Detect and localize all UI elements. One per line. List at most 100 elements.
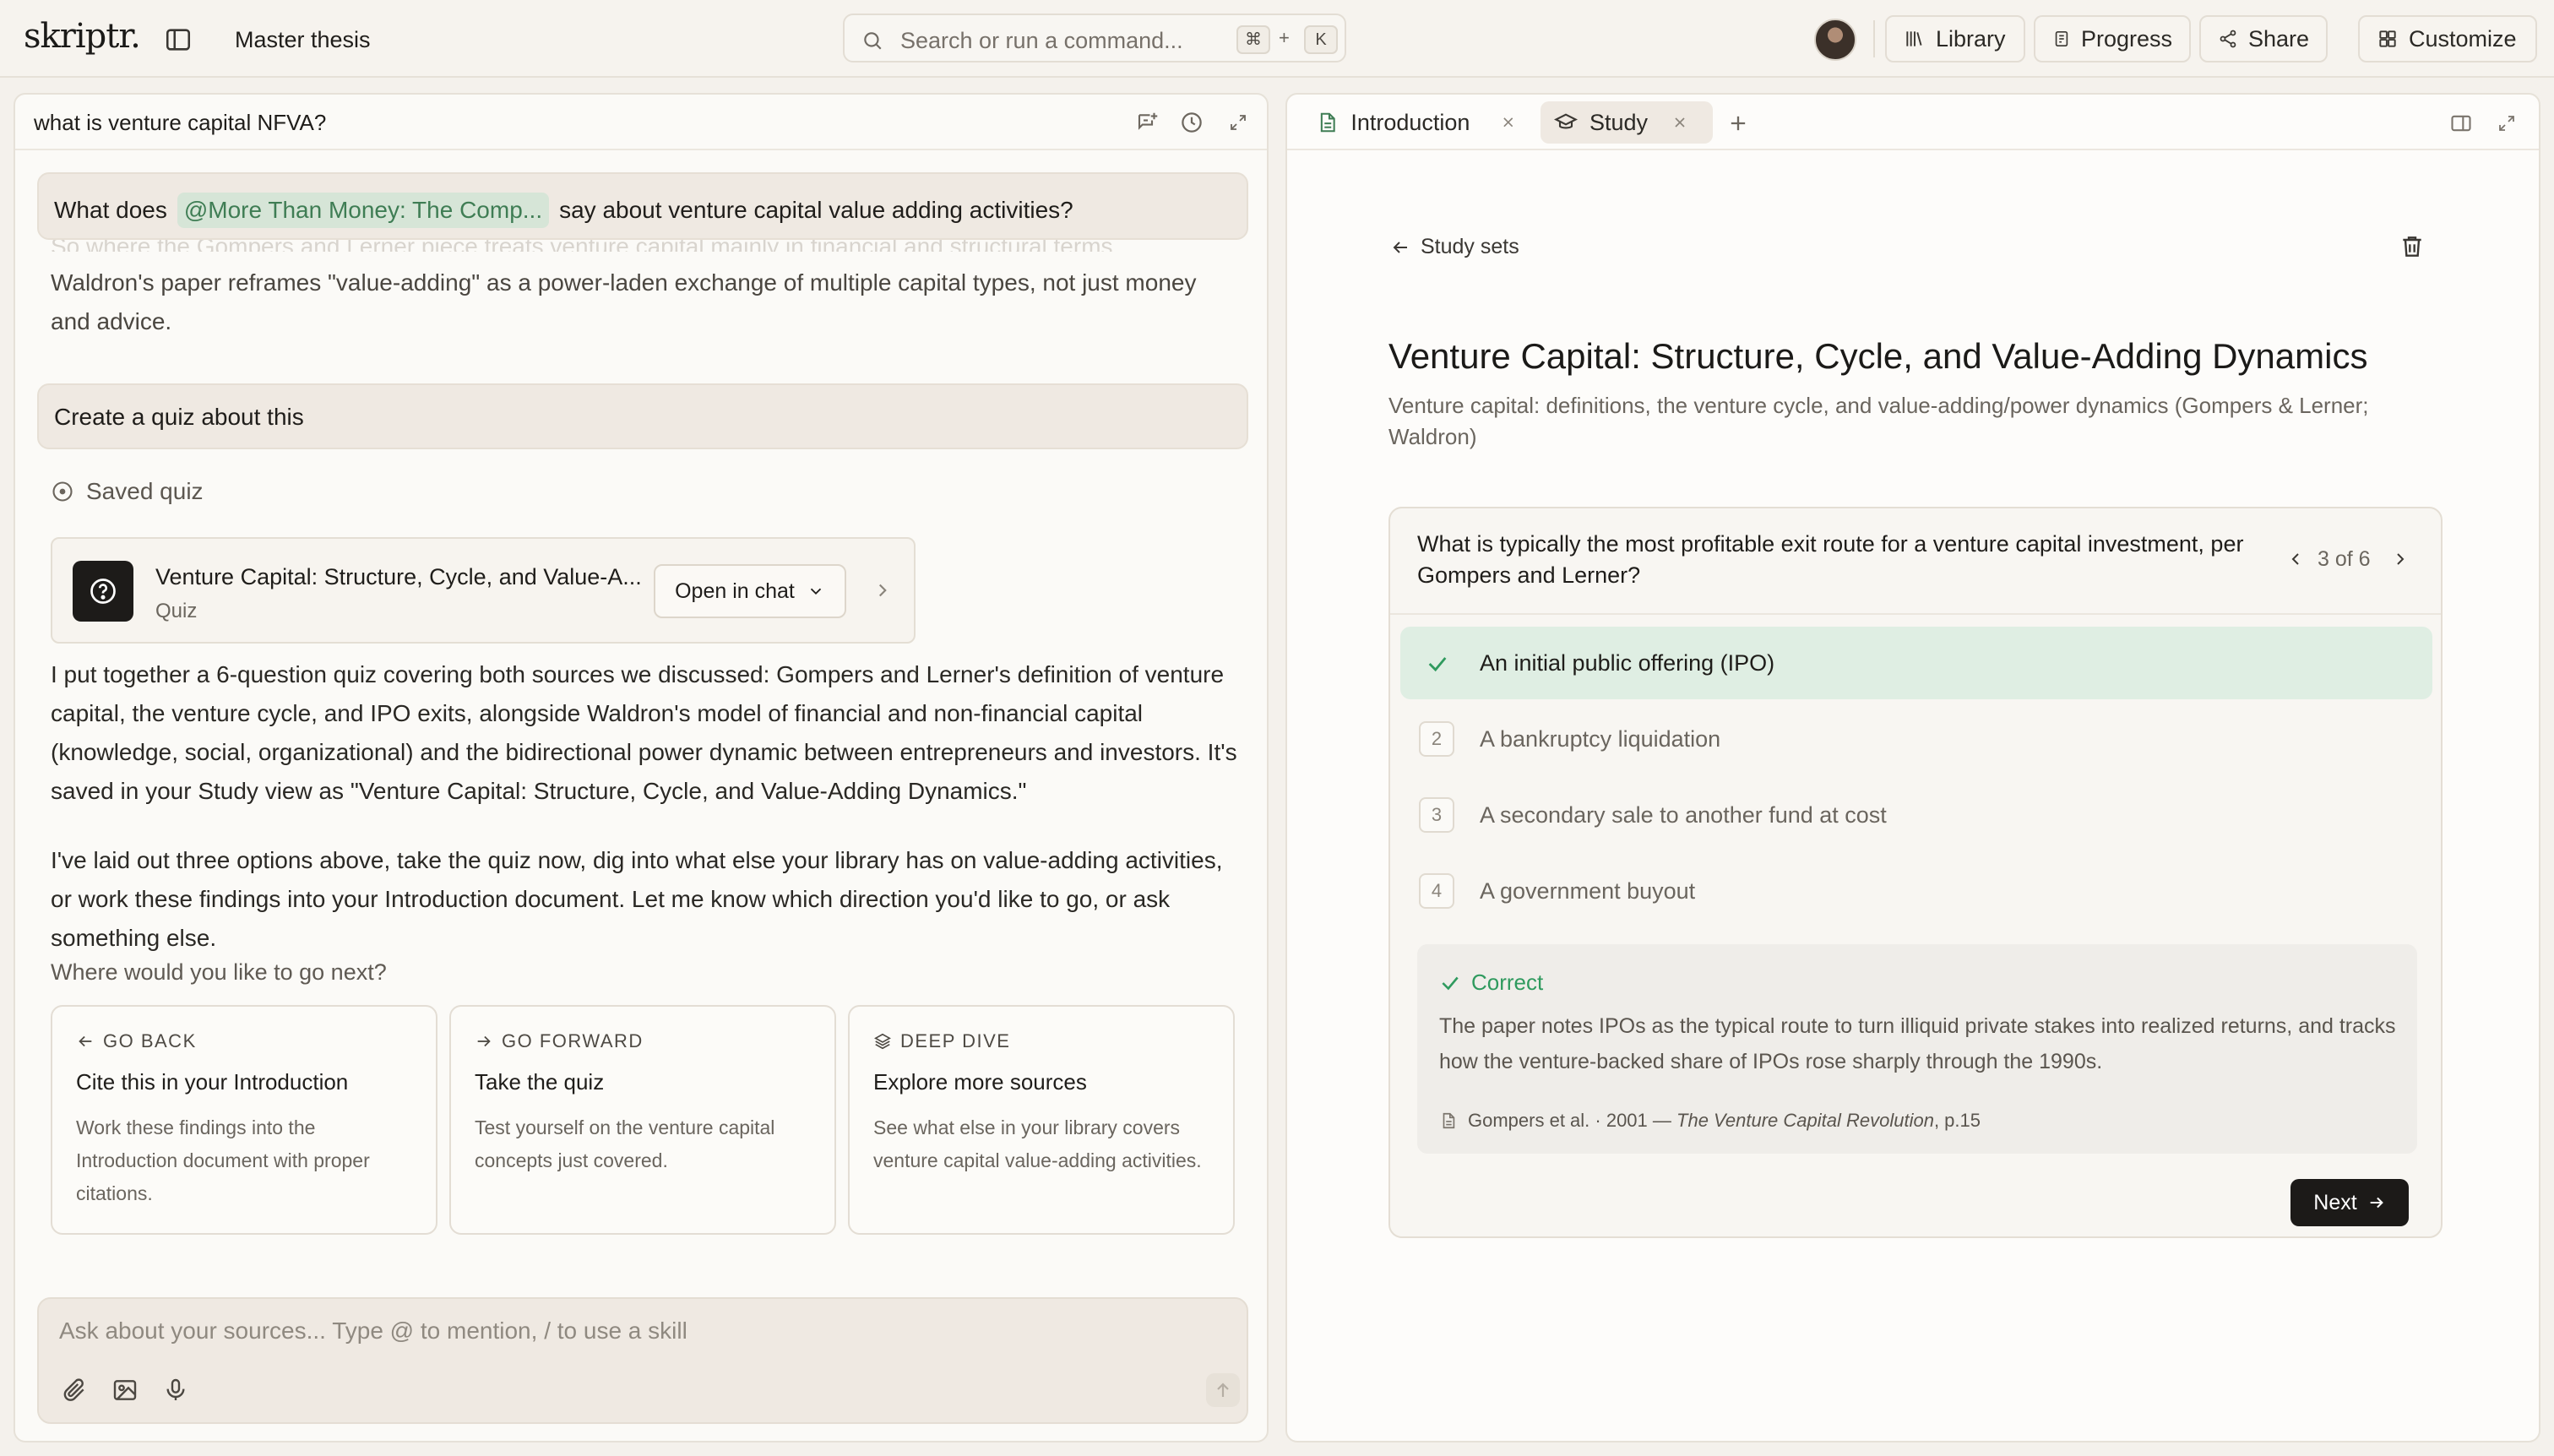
new-chat-icon[interactable] xyxy=(1135,110,1160,135)
answer-option-correct[interactable]: An initial public offering (IPO) xyxy=(1400,627,2432,699)
citation-authors: Gompers et al. · 2001 — xyxy=(1468,1110,1671,1131)
arrow-right-icon xyxy=(475,1032,493,1051)
brand-logo[interactable]: skriptr. xyxy=(24,17,141,56)
assistant-message: I put together a 6-question quiz coverin… xyxy=(51,661,1237,804)
chat-composer[interactable]: Ask about your sources... Type @ to ment… xyxy=(37,1297,1248,1424)
source-mention-chip[interactable]: @More Than Money: The Comp... xyxy=(177,193,550,228)
question-header: What is typically the most profitable ex… xyxy=(1390,508,2441,615)
close-icon[interactable] xyxy=(1671,114,1688,131)
progress-button[interactable]: Progress xyxy=(2034,15,2191,62)
add-tab-icon[interactable] xyxy=(1726,111,1750,135)
option-kicker: GO FORWARD xyxy=(502,1030,644,1051)
answer-option[interactable]: 4 A government buyout xyxy=(1400,855,2432,927)
tab-label: Study xyxy=(1589,109,1649,135)
answer-number: 2 xyxy=(1419,721,1454,757)
feedback-explanation: The paper notes IPOs as the typical rout… xyxy=(1439,1014,2396,1073)
study-panel: Introduction Study Study sets Venture Ca… xyxy=(1285,93,2540,1442)
sidebar-toggle-icon[interactable] xyxy=(164,25,193,54)
citation-page: , p.15 xyxy=(1933,1110,1981,1131)
answer-feedback: Correct The paper notes IPOs as the typi… xyxy=(1417,944,2417,1154)
project-title[interactable]: Master thesis xyxy=(235,27,371,53)
history-icon[interactable] xyxy=(1179,110,1204,135)
chat-panel: what is venture capital NFVA? So where t… xyxy=(14,93,1269,1442)
answer-option[interactable]: 3 A secondary sale to another fund at co… xyxy=(1400,779,2432,851)
option-title: Take the quiz xyxy=(475,1069,605,1095)
check-icon xyxy=(1426,652,1449,676)
option-description: Test yourself on the venture capital con… xyxy=(475,1116,775,1171)
citation-title: The Venture Capital Revolution xyxy=(1676,1110,1934,1131)
answer-label: A government buyout xyxy=(1480,878,1696,904)
user-message: What does @More Than Money: The Comp... … xyxy=(37,172,1248,240)
study-set-title: Venture Capital: Structure, Cycle, and V… xyxy=(1388,336,2368,376)
check-icon xyxy=(1439,972,1461,994)
library-icon xyxy=(1904,28,1926,50)
chevron-down-icon xyxy=(807,582,825,600)
question-counter: 3 of 6 xyxy=(2318,547,2371,571)
shortcut-key-cmd: ⌘ xyxy=(1236,25,1270,54)
trash-icon[interactable] xyxy=(2399,233,2426,260)
message-text-suffix: say about venture capital value adding a… xyxy=(559,197,1073,223)
document-icon xyxy=(1316,111,1339,134)
option-kicker: DEEP DIVE xyxy=(900,1030,1011,1051)
study-set-description: Venture capital: definitions, the ventur… xyxy=(1388,393,2369,449)
layers-icon xyxy=(873,1032,892,1051)
option-card-go-back[interactable]: GO BACK Cite this in your Introduction W… xyxy=(51,1005,437,1235)
answer-option[interactable]: 2 A bankruptcy liquidation xyxy=(1400,703,2432,775)
answer-label: An initial public offering (IPO) xyxy=(1480,650,1775,676)
composer-input[interactable]: Ask about your sources... Type @ to ment… xyxy=(59,1317,687,1345)
option-title: Explore more sources xyxy=(873,1069,1087,1095)
message-text-prefix: What does xyxy=(54,197,167,223)
tab-study[interactable]: Study xyxy=(1541,101,1713,144)
user-avatar[interactable] xyxy=(1814,19,1856,61)
previous-question-icon[interactable] xyxy=(2285,549,2306,569)
next-question-icon[interactable] xyxy=(2390,549,2410,569)
microphone-icon[interactable] xyxy=(162,1377,189,1404)
expand-icon[interactable] xyxy=(1228,112,1248,133)
question-card: What is typically the most profitable ex… xyxy=(1388,507,2443,1238)
assistant-message: I've laid out three options above, take … xyxy=(51,847,1223,951)
next-button[interactable]: Next xyxy=(2290,1179,2409,1226)
customize-button[interactable]: Customize xyxy=(2358,15,2537,62)
saved-quiz-label: Saved quiz xyxy=(86,478,204,504)
tab-label: Introduction xyxy=(1350,109,1470,135)
option-description: Work these findings into the Introductio… xyxy=(76,1116,370,1204)
share-button[interactable]: Share xyxy=(2199,15,2328,62)
tab-introduction[interactable]: Introduction xyxy=(1302,101,1530,144)
option-card-deep-dive[interactable]: DEEP DIVE Explore more sources See what … xyxy=(848,1005,1235,1235)
split-view-icon[interactable] xyxy=(2449,111,2473,135)
library-label: Library xyxy=(1936,25,2006,52)
message-text: Create a quiz about this xyxy=(54,404,304,430)
paperclip-icon[interactable] xyxy=(61,1377,88,1404)
arrow-left-icon xyxy=(1390,237,1410,258)
source-citation[interactable]: Gompers et al. · 2001 — The Venture Capi… xyxy=(1439,1110,1981,1132)
image-icon[interactable] xyxy=(111,1377,139,1404)
open-in-chat-label: Open in chat xyxy=(675,579,795,603)
send-button[interactable] xyxy=(1206,1373,1240,1407)
chat-header: what is venture capital NFVA? xyxy=(15,95,1267,150)
next-steps-prompt: Where would you like to go next? xyxy=(51,959,387,985)
back-label: Study sets xyxy=(1421,235,1519,258)
answer-number: 4 xyxy=(1419,873,1454,909)
grid-icon xyxy=(2377,28,2399,50)
open-in-chat-button[interactable]: Open in chat xyxy=(654,564,846,618)
chevron-right-icon[interactable] xyxy=(872,579,894,601)
feedback-status: Correct xyxy=(1471,970,1544,995)
search-icon xyxy=(861,30,883,52)
customize-label: Customize xyxy=(2409,25,2517,52)
expand-icon[interactable] xyxy=(2497,113,2517,133)
answer-label: A bankruptcy liquidation xyxy=(1480,726,1721,752)
chat-title[interactable]: what is venture capital NFVA? xyxy=(34,110,326,136)
shortcut-plus: + xyxy=(1279,27,1290,48)
back-to-study-sets[interactable]: Study sets xyxy=(1390,235,1519,259)
progress-label: Progress xyxy=(2080,25,2172,52)
question-text: What is typically the most profitable ex… xyxy=(1417,531,2244,588)
close-icon[interactable] xyxy=(1500,114,1517,131)
library-button[interactable]: Library xyxy=(1885,15,2025,62)
option-card-go-forward[interactable]: GO FORWARD Take the quiz Test yourself o… xyxy=(449,1005,836,1235)
command-search[interactable]: Search or run a command... ⌘ + K xyxy=(843,14,1346,62)
quiz-artifact-card[interactable]: Venture Capital: Structure, Cycle, and V… xyxy=(51,537,916,644)
arrow-up-icon xyxy=(1217,1383,1229,1397)
next-label: Next xyxy=(2313,1190,2357,1214)
share-icon xyxy=(2218,28,2238,50)
quiz-card-title: Venture Capital: Structure, Cycle, and V… xyxy=(155,564,642,589)
